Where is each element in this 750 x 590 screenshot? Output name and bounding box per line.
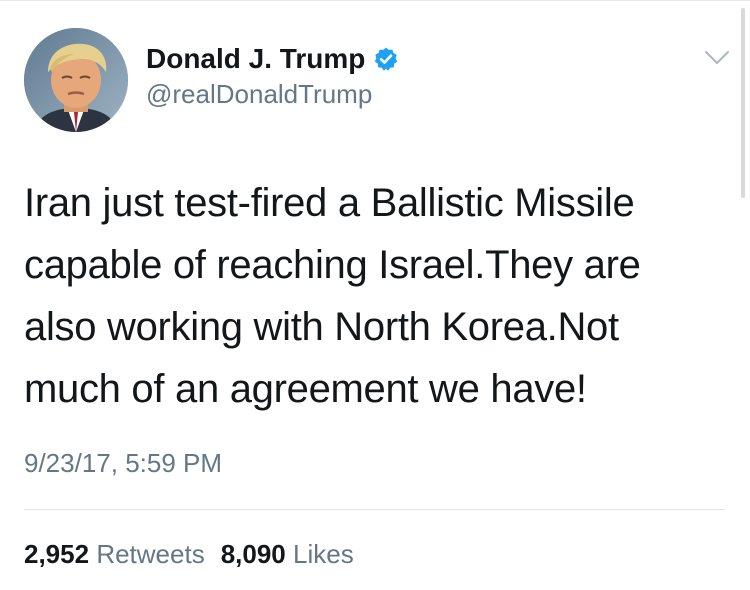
author-info: Donald J. Trump @realDonaldTrump [146, 42, 399, 111]
likes-count: 8,090 [220, 539, 286, 569]
tweet-stats: 2,952 Retweets 8,090 Likes [24, 537, 354, 571]
retweets-stat[interactable]: 2,952 Retweets [24, 537, 205, 571]
avatar-image [24, 28, 128, 132]
likes-stat[interactable]: 8,090 Likes [221, 537, 354, 571]
tweet-timestamp[interactable]: 9/23/17, 5:59 PM [24, 446, 222, 480]
likes-label: Likes [293, 539, 354, 569]
retweets-label: Retweets [96, 539, 205, 569]
avatar[interactable] [24, 28, 128, 132]
retweets-count: 2,952 [24, 539, 90, 569]
verified-badge-icon [375, 47, 398, 71]
tweet-text: Iran just test-fired a Ballistic Missile… [24, 181, 641, 411]
top-divider [0, 0, 750, 1]
tweet-header: Donald J. Trump @realDonaldTrump [24, 28, 729, 132]
stats-divider [24, 509, 725, 510]
scroll-indicator[interactable] [741, 8, 745, 198]
author-name-row[interactable]: Donald J. Trump [146, 42, 399, 76]
author-display-name[interactable]: Donald J. Trump [146, 42, 365, 76]
author-handle[interactable]: @realDonaldTrump [146, 77, 399, 111]
chevron-down-icon[interactable] [704, 50, 730, 66]
